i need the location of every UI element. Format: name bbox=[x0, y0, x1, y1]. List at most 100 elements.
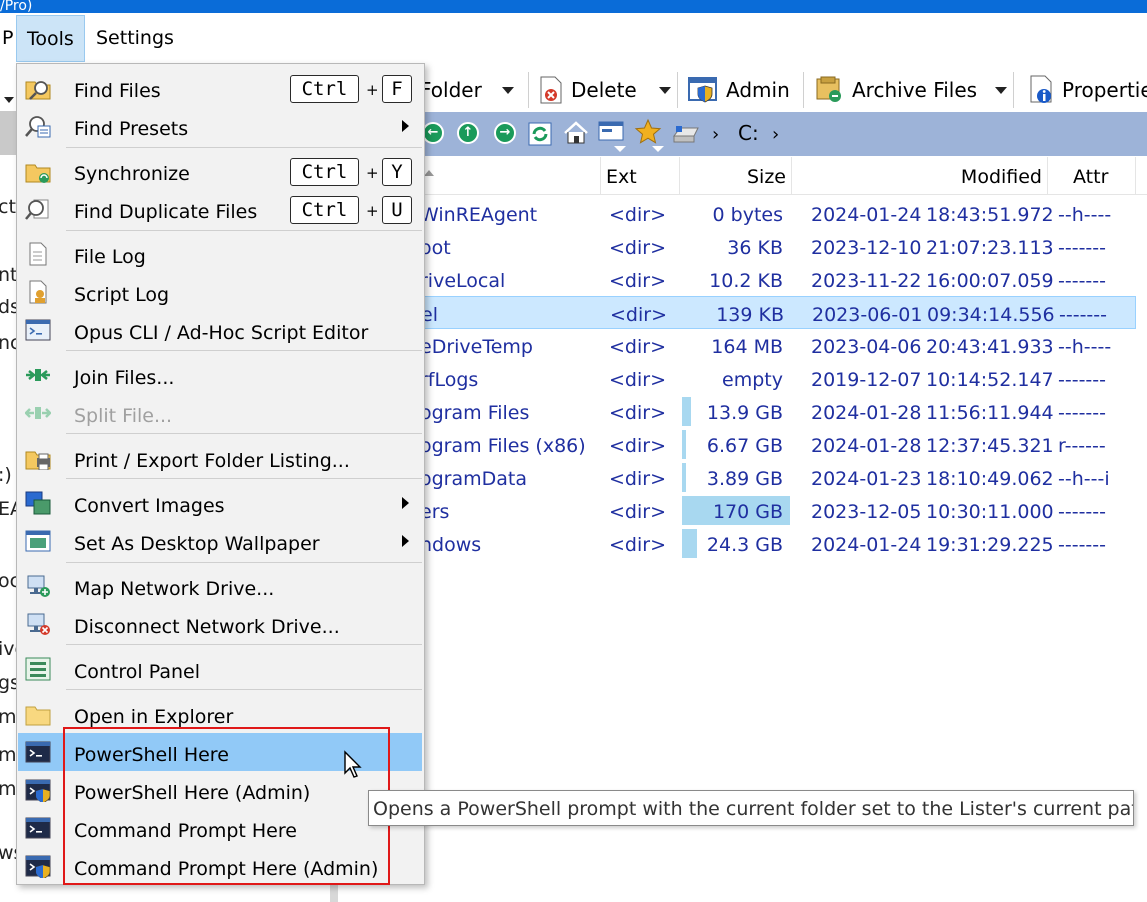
file-size: empty bbox=[722, 369, 783, 391]
file-name: ogram Files (x86) bbox=[420, 435, 586, 457]
file-ext: <dir> bbox=[609, 204, 666, 226]
folder-tree-item[interactable]: m bbox=[0, 706, 17, 728]
column-divider[interactable] bbox=[1135, 157, 1136, 195]
menu-settings[interactable]: Settings bbox=[86, 15, 184, 62]
file-attr: ------- bbox=[1058, 501, 1106, 523]
refresh-icon[interactable] bbox=[528, 122, 552, 146]
delete-button[interactable]: Delete bbox=[538, 72, 671, 108]
file-attr: ------- bbox=[1058, 534, 1106, 556]
chevron-down-icon[interactable] bbox=[501, 86, 514, 94]
control-panel-icon bbox=[25, 657, 51, 681]
file-name: rfLogs bbox=[420, 369, 479, 391]
table-row[interactable]: oot <dir> 36 KB 2023-12-10 21:07:23.113 -----… bbox=[420, 230, 1147, 263]
chevron-down-icon[interactable] bbox=[658, 86, 671, 94]
menu-item-find-duplicate-files[interactable]: Find Duplicate Files Ctrl + U bbox=[18, 190, 422, 228]
properties-button[interactable]: Properties bbox=[1028, 72, 1147, 108]
column-header-modified[interactable]: Modified bbox=[792, 157, 1042, 195]
toolbar-separator bbox=[803, 72, 804, 108]
file-ext: <dir> bbox=[609, 534, 666, 556]
home-icon[interactable] bbox=[563, 121, 589, 145]
menu-tools[interactable]: Tools bbox=[16, 15, 85, 62]
file-time: 20:43:41.933 bbox=[926, 336, 1054, 358]
script-log-icon bbox=[29, 280, 47, 304]
shortcut-plus: + bbox=[366, 202, 379, 220]
menu-item-control-panel[interactable]: Control Panel bbox=[18, 650, 422, 688]
menu-item-label: File Log bbox=[74, 246, 146, 268]
menu-item-split-file[interactable]: Split File... bbox=[18, 394, 422, 432]
column-header-ext[interactable]: Ext bbox=[606, 157, 637, 195]
find-duplicates-icon bbox=[25, 199, 49, 220]
table-row[interactable]: eDriveTemp <dir> 164 MB 2023-04-06 20:43:41.… bbox=[420, 329, 1147, 362]
file-ext: <dir> bbox=[609, 468, 666, 490]
menu-item-set-wallpaper[interactable]: Set As Desktop Wallpaper bbox=[18, 522, 422, 560]
table-row[interactable]: el <dir> 139 KB 2023-06-01 09:34:14.556 -----… bbox=[420, 296, 1136, 329]
window-title-bar: /Pro) bbox=[0, 0, 1147, 13]
table-row[interactable]: ogram Files (x86) <dir> 6.67 GB 2024-01-28 1… bbox=[420, 428, 1147, 461]
breadcrumb-chevron-icon: › bbox=[712, 124, 720, 145]
column-divider[interactable] bbox=[1047, 157, 1048, 195]
folder-tree-item[interactable]: :) bbox=[0, 464, 12, 486]
menu-item-find-presets[interactable]: Find Presets bbox=[18, 107, 422, 145]
file-date: 2024-01-24 bbox=[811, 204, 922, 226]
file-ext: <dir> bbox=[609, 237, 666, 259]
menu-item-disconnect-network-drive[interactable]: Disconnect Network Drive... bbox=[18, 605, 422, 643]
forward-arrow-icon[interactable]: → bbox=[494, 122, 516, 144]
menu-item-synchronize[interactable]: Synchronize Ctrl + Y bbox=[18, 152, 422, 190]
favorites-star-icon[interactable] bbox=[634, 118, 666, 154]
menu-item-label: Find Files bbox=[74, 80, 161, 102]
table-row[interactable]: WinREAgent <dir> 0 bytes 2024-01-24 18:43:51… bbox=[420, 197, 1147, 230]
column-divider[interactable] bbox=[600, 157, 601, 195]
column-header-size[interactable]: Size bbox=[680, 157, 786, 195]
file-attr: --h---i bbox=[1058, 468, 1110, 490]
menu-item-file-log[interactable]: File Log bbox=[18, 235, 422, 273]
breadcrumb-chevron-icon[interactable]: › bbox=[772, 124, 779, 145]
file-time: 18:43:51.972 bbox=[926, 204, 1054, 226]
table-row[interactable]: ogramData <dir> 3.89 GB 2024-01-23 18:10:49.… bbox=[420, 461, 1147, 494]
file-time: 10:14:52.147 bbox=[926, 369, 1054, 391]
menu-item-print-export[interactable]: Print / Export Folder Listing... bbox=[18, 439, 422, 477]
file-attr: --h---- bbox=[1058, 204, 1112, 226]
chevron-down-icon[interactable] bbox=[995, 86, 1008, 94]
column-header-attr[interactable]: Attr bbox=[1073, 157, 1108, 195]
back-arrow-icon[interactable]: ← bbox=[422, 122, 444, 144]
table-row[interactable]: ogram Files <dir> 13.9 GB 2024-01-28 11:56:1… bbox=[420, 395, 1147, 428]
menu-item-join-files[interactable]: Join Files... bbox=[18, 356, 422, 394]
new-folder-button[interactable]: Folder bbox=[420, 72, 514, 108]
folder-tree-item[interactable]: m bbox=[0, 778, 17, 800]
menu-separator bbox=[66, 147, 422, 148]
menu-item-convert-images[interactable]: Convert Images bbox=[18, 484, 422, 522]
archive-files-button[interactable]: Archive Files bbox=[815, 72, 1008, 108]
command-prompt-admin-icon bbox=[25, 855, 51, 878]
file-attr: ------- bbox=[1058, 402, 1106, 424]
file-date: 2024-01-23 bbox=[811, 468, 922, 490]
layout-icon[interactable] bbox=[598, 120, 630, 154]
table-row[interactable]: rfLogs <dir> empty 2019-12-07 10:14:52.147 --… bbox=[420, 362, 1147, 395]
file-ext: <dir> bbox=[609, 402, 666, 424]
admin-button[interactable]: Admin bbox=[688, 72, 790, 108]
drive-icon[interactable] bbox=[672, 124, 700, 146]
file-ext: <dir> bbox=[609, 270, 666, 292]
info-icon bbox=[1030, 75, 1052, 103]
menu-item-find-files[interactable]: Find Files Ctrl + F bbox=[18, 69, 422, 107]
file-time: 16:00:07.059 bbox=[926, 270, 1054, 292]
shortcut-key-letter: U bbox=[382, 196, 412, 224]
table-row[interactable]: ndows <dir> 24.3 GB 2024-01-24 19:31:29.225-… bbox=[420, 527, 1147, 560]
folder-tree-item[interactable]: m bbox=[0, 744, 17, 766]
file-attr: ------- bbox=[1058, 237, 1106, 259]
menu-item-script-log[interactable]: Script Log bbox=[18, 273, 422, 311]
file-ext: <dir> bbox=[609, 435, 666, 457]
menu-item-opus-cli[interactable]: Opus CLI / Ad-Hoc Script Editor bbox=[18, 311, 422, 349]
table-row[interactable]: ers <dir> 170 GB 2023-12-05 10:30:11.000 ----… bbox=[420, 494, 1147, 527]
up-arrow-icon[interactable]: ↑ bbox=[457, 122, 479, 144]
toolbar-chevron-left-icon[interactable] bbox=[4, 86, 14, 108]
breadcrumb-drive[interactable]: C: bbox=[738, 121, 759, 145]
folder-tree-header bbox=[0, 111, 16, 155]
split-file-icon bbox=[25, 407, 51, 419]
menu-item-map-network-drive[interactable]: Map Network Drive... bbox=[18, 567, 422, 605]
file-date: 2023-12-05 bbox=[811, 501, 922, 523]
menu-separator bbox=[66, 478, 422, 479]
table-row[interactable]: riveLocal <dir> 10.2 KB 2023-11-22 16:00:07.… bbox=[420, 263, 1147, 296]
file-size: 6.67 GB bbox=[706, 435, 783, 457]
folder-tree-item[interactable]: nt bbox=[0, 264, 18, 286]
file-ext: <dir> bbox=[609, 501, 666, 523]
